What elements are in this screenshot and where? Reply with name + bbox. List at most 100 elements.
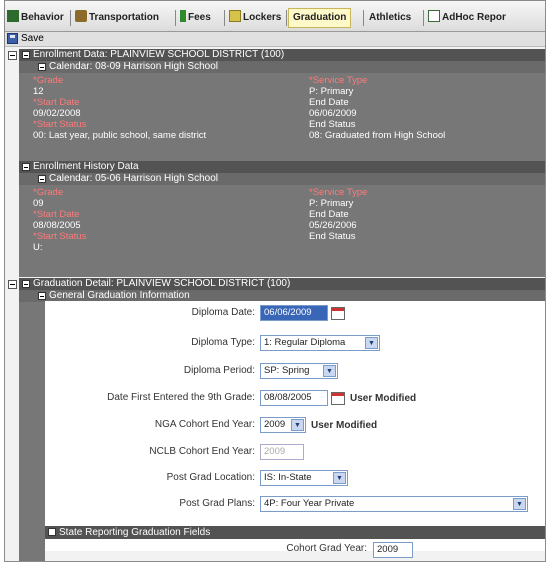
tab-behavior[interactable]: Behavior bbox=[7, 9, 64, 27]
collapse-icon[interactable] bbox=[22, 51, 30, 59]
nclb-cohort-input: 2009 bbox=[260, 444, 304, 460]
tab-graduation[interactable]: Graduation bbox=[288, 8, 352, 28]
start-date-label: *Start Date bbox=[33, 97, 80, 108]
lock-icon bbox=[229, 10, 241, 22]
subsection-title: General Graduation Information bbox=[49, 290, 190, 301]
user-modified-label: User Modified bbox=[350, 393, 417, 404]
diploma-type-select[interactable]: 1: Regular Diploma bbox=[260, 335, 380, 351]
history-section-header[interactable]: Enrollment History Data bbox=[19, 161, 545, 173]
tab-separator bbox=[175, 10, 176, 26]
collapse-toggle[interactable] bbox=[8, 51, 17, 60]
section-title: Graduation Detail: PLAINVIEW SCHOOL DIST… bbox=[33, 278, 291, 289]
diploma-period-select[interactable]: SP: Spring bbox=[260, 363, 338, 379]
end-status-label: End Status bbox=[309, 119, 356, 130]
history-panel: *Grade *Service Type 09 P: Primary *Star… bbox=[19, 185, 545, 277]
state-reporting-header[interactable]: State Reporting Graduation Fields bbox=[45, 526, 545, 539]
service-type-label: *Service Type bbox=[309, 75, 368, 86]
start-date-label: *Start Date bbox=[33, 209, 80, 220]
collapse-icon[interactable] bbox=[22, 163, 30, 171]
nclb-cohort-label: NCLB Cohort End Year: bbox=[149, 446, 255, 457]
cohort-grad-year-input[interactable]: 2009 bbox=[373, 542, 413, 558]
tab-lockers[interactable]: Lockers bbox=[229, 9, 281, 27]
tab-transportation[interactable]: Transportation bbox=[75, 9, 159, 27]
graduation-section-header[interactable]: Graduation Detail: PLAINVIEW SCHOOL DIST… bbox=[19, 278, 545, 290]
first-9th-grade-input[interactable]: 08/08/2005 bbox=[260, 390, 328, 406]
service-type-label: *Service Type bbox=[309, 187, 368, 198]
grade-value: 09 bbox=[33, 198, 44, 209]
nga-cohort-select[interactable]: 2009 bbox=[260, 417, 306, 433]
grade-label: *Grade bbox=[33, 75, 64, 86]
service-type-value: P: Primary bbox=[309, 86, 354, 97]
collapse-icon[interactable] bbox=[38, 175, 46, 183]
tab-label: Lockers bbox=[243, 12, 282, 23]
tab-adhoc-reporting[interactable]: AdHoc Repor bbox=[428, 9, 506, 27]
grade-label: *Grade bbox=[33, 187, 64, 198]
end-date-label: End Date bbox=[309, 209, 349, 220]
calendar-title: Calendar: 08-09 Harrison High School bbox=[49, 61, 218, 72]
cohort-grad-year-label: Cohort Grad Year: bbox=[286, 543, 367, 554]
diploma-type-label: Diploma Type: bbox=[191, 337, 255, 348]
tab-label: Athletics bbox=[369, 12, 412, 23]
tab-athletics[interactable]: Athletics bbox=[369, 9, 411, 27]
toolbar: Save bbox=[5, 32, 545, 47]
tab-separator bbox=[286, 10, 287, 26]
save-button[interactable]: Save bbox=[21, 32, 44, 46]
tab-separator bbox=[423, 10, 424, 26]
collapse-icon[interactable] bbox=[38, 292, 46, 300]
diploma-date-label: Diploma Date: bbox=[191, 307, 255, 318]
post-grad-plans-select[interactable]: 4P: Four Year Private bbox=[260, 496, 528, 512]
calendar-title: Calendar: 05-06 Harrison High School bbox=[49, 173, 218, 184]
tab-fees[interactable]: Fees bbox=[180, 9, 211, 27]
end-date-label: End Date bbox=[309, 97, 349, 108]
collapse-icon[interactable] bbox=[48, 528, 56, 536]
end-date-value: 06/06/2009 bbox=[309, 108, 357, 119]
tab-separator bbox=[224, 10, 225, 26]
behavior-icon bbox=[7, 10, 19, 22]
graduation-gutter bbox=[19, 302, 45, 561]
service-type-value: P: Primary bbox=[309, 198, 354, 209]
calendar-icon[interactable] bbox=[331, 307, 345, 320]
section-title: Enrollment History Data bbox=[33, 161, 139, 172]
post-grad-location-select[interactable]: IS: In-State bbox=[260, 470, 348, 486]
tab-label: Graduation bbox=[293, 12, 347, 23]
start-date-value: 09/02/2008 bbox=[33, 108, 81, 119]
collapse-toggle[interactable] bbox=[8, 280, 17, 289]
calendar-icon[interactable] bbox=[331, 392, 345, 405]
start-status-value: 00: Last year, public school, same distr… bbox=[33, 130, 207, 141]
diploma-period-label: Diploma Period: bbox=[183, 365, 255, 376]
diploma-date-input[interactable]: 06/06/2009 bbox=[260, 305, 328, 321]
section-title: Enrollment Data: PLAINVIEW SCHOOL DISTRI… bbox=[33, 49, 285, 60]
enrollment-section-header[interactable]: Enrollment Data: PLAINVIEW SCHOOL DISTRI… bbox=[19, 49, 545, 61]
graduation-form: Diploma Date: 06/06/2009 Diploma Type: 1… bbox=[45, 301, 545, 558]
end-status-value: 08: Graduated from High School bbox=[309, 130, 446, 141]
history-calendar-header[interactable]: Calendar: 05-06 Harrison High School bbox=[19, 173, 545, 185]
post-grad-location-label: Post Grad Location: bbox=[166, 472, 255, 483]
tab-label: Behavior bbox=[21, 12, 64, 23]
tab-label: Transportation bbox=[89, 12, 160, 23]
fees-icon bbox=[180, 10, 186, 22]
report-icon bbox=[428, 10, 440, 22]
enrollment-panel: *Grade *Service Type 12 P: Primary *Star… bbox=[19, 73, 545, 161]
grade-value: 12 bbox=[33, 86, 44, 97]
tab-separator bbox=[363, 10, 364, 26]
user-modified-label: User Modified bbox=[311, 420, 378, 431]
tab-bar: Behavior Transportation Fees Lockers Gra… bbox=[5, 1, 545, 32]
tab-label: AdHoc Repor bbox=[442, 12, 506, 23]
post-grad-plans-label: Post Grad Plans: bbox=[179, 498, 255, 509]
bus-icon bbox=[75, 10, 87, 22]
start-date-value: 08/08/2005 bbox=[33, 220, 81, 231]
save-icon[interactable] bbox=[7, 33, 18, 44]
start-status-label: *Start Status bbox=[33, 119, 87, 130]
end-date-value: 05/26/2006 bbox=[309, 220, 357, 231]
start-status-value: U: bbox=[33, 242, 43, 253]
collapse-icon[interactable] bbox=[38, 63, 46, 71]
end-status-label: End Status bbox=[309, 231, 356, 242]
tab-separator bbox=[70, 10, 71, 26]
nga-cohort-label: NGA Cohort End Year: bbox=[154, 419, 255, 430]
first-9th-grade-label: Date First Entered the 9th Grade: bbox=[107, 392, 255, 403]
start-status-label: *Start Status bbox=[33, 231, 87, 242]
subsection-title: State Reporting Graduation Fields bbox=[59, 527, 211, 538]
tab-label: Fees bbox=[188, 12, 211, 23]
enrollment-calendar-header[interactable]: Calendar: 08-09 Harrison High School bbox=[19, 61, 545, 73]
collapse-icon[interactable] bbox=[22, 280, 30, 288]
